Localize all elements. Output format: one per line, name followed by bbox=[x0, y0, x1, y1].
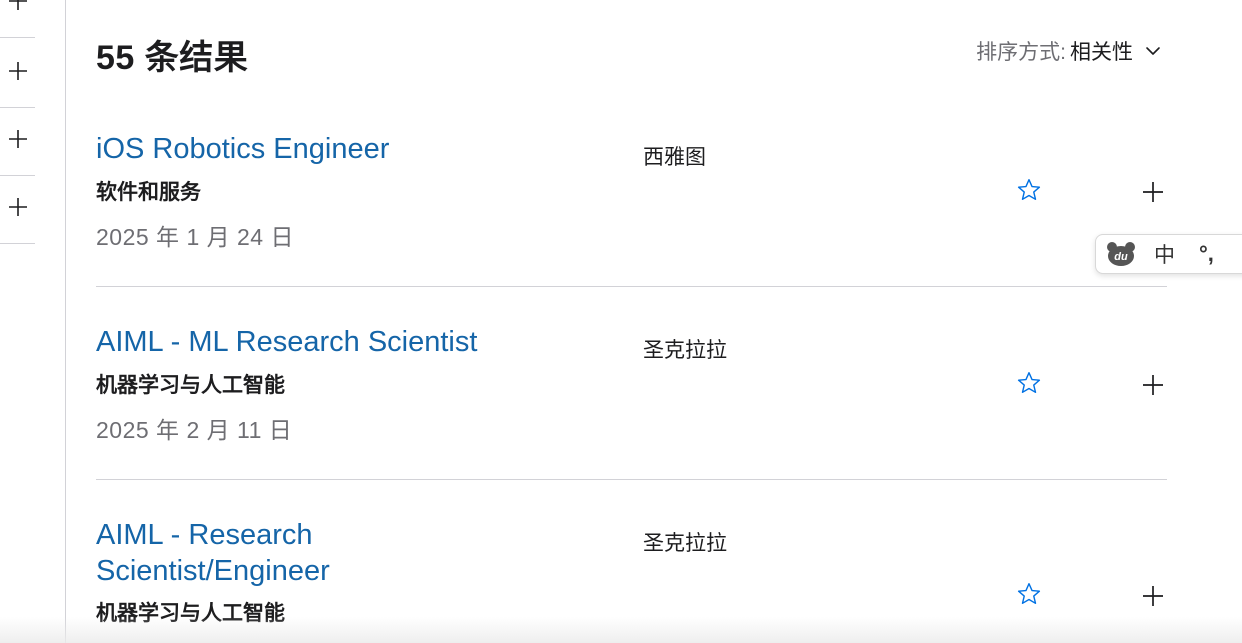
sort-label: 排序方式: bbox=[976, 41, 1066, 64]
job-team: 机器学习与人工智能 bbox=[96, 374, 285, 397]
filter-expand-row[interactable] bbox=[0, 176, 35, 244]
chevron-down-icon[interactable] bbox=[1145, 43, 1161, 59]
filter-expand-row[interactable] bbox=[0, 0, 35, 38]
plus-icon bbox=[1143, 182, 1163, 202]
filter-expand-row[interactable] bbox=[0, 108, 35, 176]
add-to-list-button[interactable] bbox=[1137, 580, 1169, 612]
ime-language-toggle[interactable]: 中 bbox=[1154, 239, 1175, 269]
job-location: 西雅图 bbox=[643, 146, 706, 169]
sort-dropdown[interactable]: 排序方式: 相关性 bbox=[976, 36, 1161, 66]
favorite-button[interactable] bbox=[1013, 578, 1045, 610]
plus-icon[interactable] bbox=[7, 0, 29, 17]
results-main: 55 条结果 排序方式: 相关性 iOS Robotics Engineer 软… bbox=[96, 0, 1167, 643]
job-title-link[interactable]: iOS Robotics Engineer bbox=[96, 131, 576, 167]
filter-sidebar bbox=[0, 0, 66, 643]
job-title-link[interactable]: AIML - ML Research Scientist bbox=[96, 324, 576, 360]
plus-icon bbox=[1143, 375, 1163, 395]
plus-icon[interactable] bbox=[7, 196, 29, 223]
job-location: 圣克拉拉 bbox=[643, 339, 727, 362]
add-to-list-button[interactable] bbox=[1137, 176, 1169, 208]
plus-icon[interactable] bbox=[7, 128, 29, 155]
plus-icon[interactable] bbox=[7, 60, 29, 87]
job-listing: AIML - ML Research Scientist 机器学习与人工智能 2… bbox=[96, 287, 1167, 480]
job-title-link[interactable]: AIML - Research Scientist/Engineer bbox=[96, 517, 456, 589]
ime-punctuation-toggle[interactable]: °, bbox=[1199, 241, 1214, 267]
favorite-button[interactable] bbox=[1013, 174, 1045, 206]
sort-value[interactable]: 相关性 bbox=[1070, 36, 1133, 66]
job-listing: AIML - Research Scientist/Engineer 机器学习与… bbox=[96, 480, 1167, 643]
star-icon bbox=[1017, 372, 1041, 394]
star-icon bbox=[1017, 179, 1041, 201]
ime-logo-text: du bbox=[1114, 251, 1128, 263]
job-date: 2025 年 1 月 24 日 bbox=[96, 224, 294, 250]
job-location: 圣克拉拉 bbox=[643, 532, 727, 555]
filter-expand-row[interactable] bbox=[0, 40, 35, 108]
baidu-bear-icon[interactable]: du bbox=[1106, 241, 1136, 267]
job-listing: iOS Robotics Engineer 软件和服务 2025 年 1 月 2… bbox=[96, 100, 1167, 287]
star-icon bbox=[1017, 583, 1041, 605]
plus-icon bbox=[1143, 586, 1163, 606]
job-team: 软件和服务 bbox=[96, 181, 201, 204]
results-count: 55 条结果 bbox=[96, 39, 249, 77]
add-to-list-button[interactable] bbox=[1137, 369, 1169, 401]
job-date: 2025 年 2 月 11 日 bbox=[96, 417, 293, 443]
job-team: 机器学习与人工智能 bbox=[96, 602, 285, 625]
ime-toolbar[interactable]: du 中 °, bbox=[1095, 234, 1242, 274]
favorite-button[interactable] bbox=[1013, 367, 1045, 399]
